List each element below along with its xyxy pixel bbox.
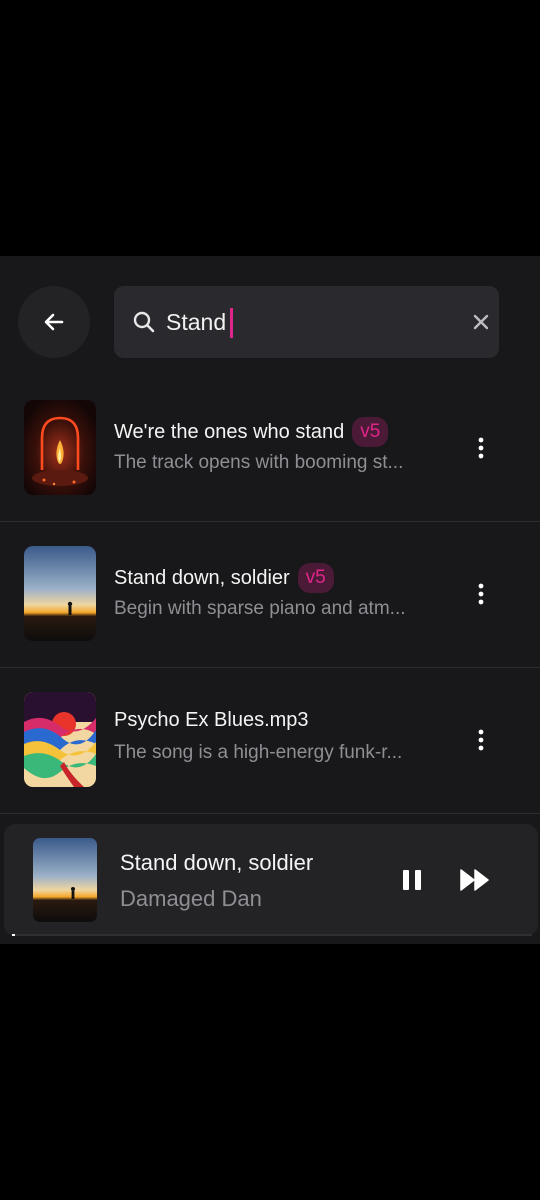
list-item[interactable]: Stand down, soldier v5 Begin with sparse… [0,522,540,668]
song-title-row: Psycho Ex Blues.mp3 [114,709,309,732]
close-icon [473,314,488,330]
more-options-button[interactable] [466,428,496,468]
text-cursor [230,308,234,338]
pause-button[interactable] [394,862,430,898]
clear-search-button[interactable] [462,286,499,358]
search-bar [114,286,499,358]
cover-art-sunset-silhouette [24,546,96,641]
song-description: Begin with sparse piano and atm... [114,598,406,619]
song-title: We're the ones who stand [114,420,345,443]
song-title-row: We're the ones who stand v5 [114,417,389,447]
list-item[interactable]: We're the ones who stand v5 The track op… [0,376,540,522]
search-screen: We're the ones who stand v5 The track op… [0,256,540,944]
playback-progress-fill [12,934,15,936]
more-options-button[interactable] [466,720,496,760]
now-playing-artist: Damaged Dan [120,886,262,911]
more-options-button[interactable] [466,574,496,614]
song-title: Psycho Ex Blues.mp3 [114,709,309,731]
cover-art-psychedelic-waves [24,692,96,787]
skip-forward-button[interactable] [454,862,496,898]
pause-icon [403,870,421,890]
list-item[interactable]: Psycho Ex Blues.mp3 The song is a high-e… [0,668,540,814]
search-input[interactable] [166,308,462,336]
version-badge: v5 [297,563,334,593]
now-playing-title: Stand down, soldier [120,850,314,875]
song-title-row: Stand down, soldier v5 [114,563,334,593]
arrow-left-icon [44,313,64,331]
more-vertical-icon [478,437,484,459]
cover-art-fire-arch [24,400,96,495]
back-button[interactable] [18,286,90,358]
more-vertical-icon [478,583,484,605]
now-playing-cover-art [33,838,97,922]
now-playing-bar[interactable]: Stand down, soldier Damaged Dan [4,824,538,936]
song-description: The song is a high-energy funk-r... [114,742,403,763]
fast-forward-icon [460,869,489,891]
song-description: The track opens with booming st... [114,452,404,473]
song-title: Stand down, soldier [114,566,290,589]
playback-progress-bar[interactable] [12,934,532,936]
search-icon [132,309,156,335]
more-vertical-icon [478,729,484,751]
version-badge: v5 [352,417,389,447]
